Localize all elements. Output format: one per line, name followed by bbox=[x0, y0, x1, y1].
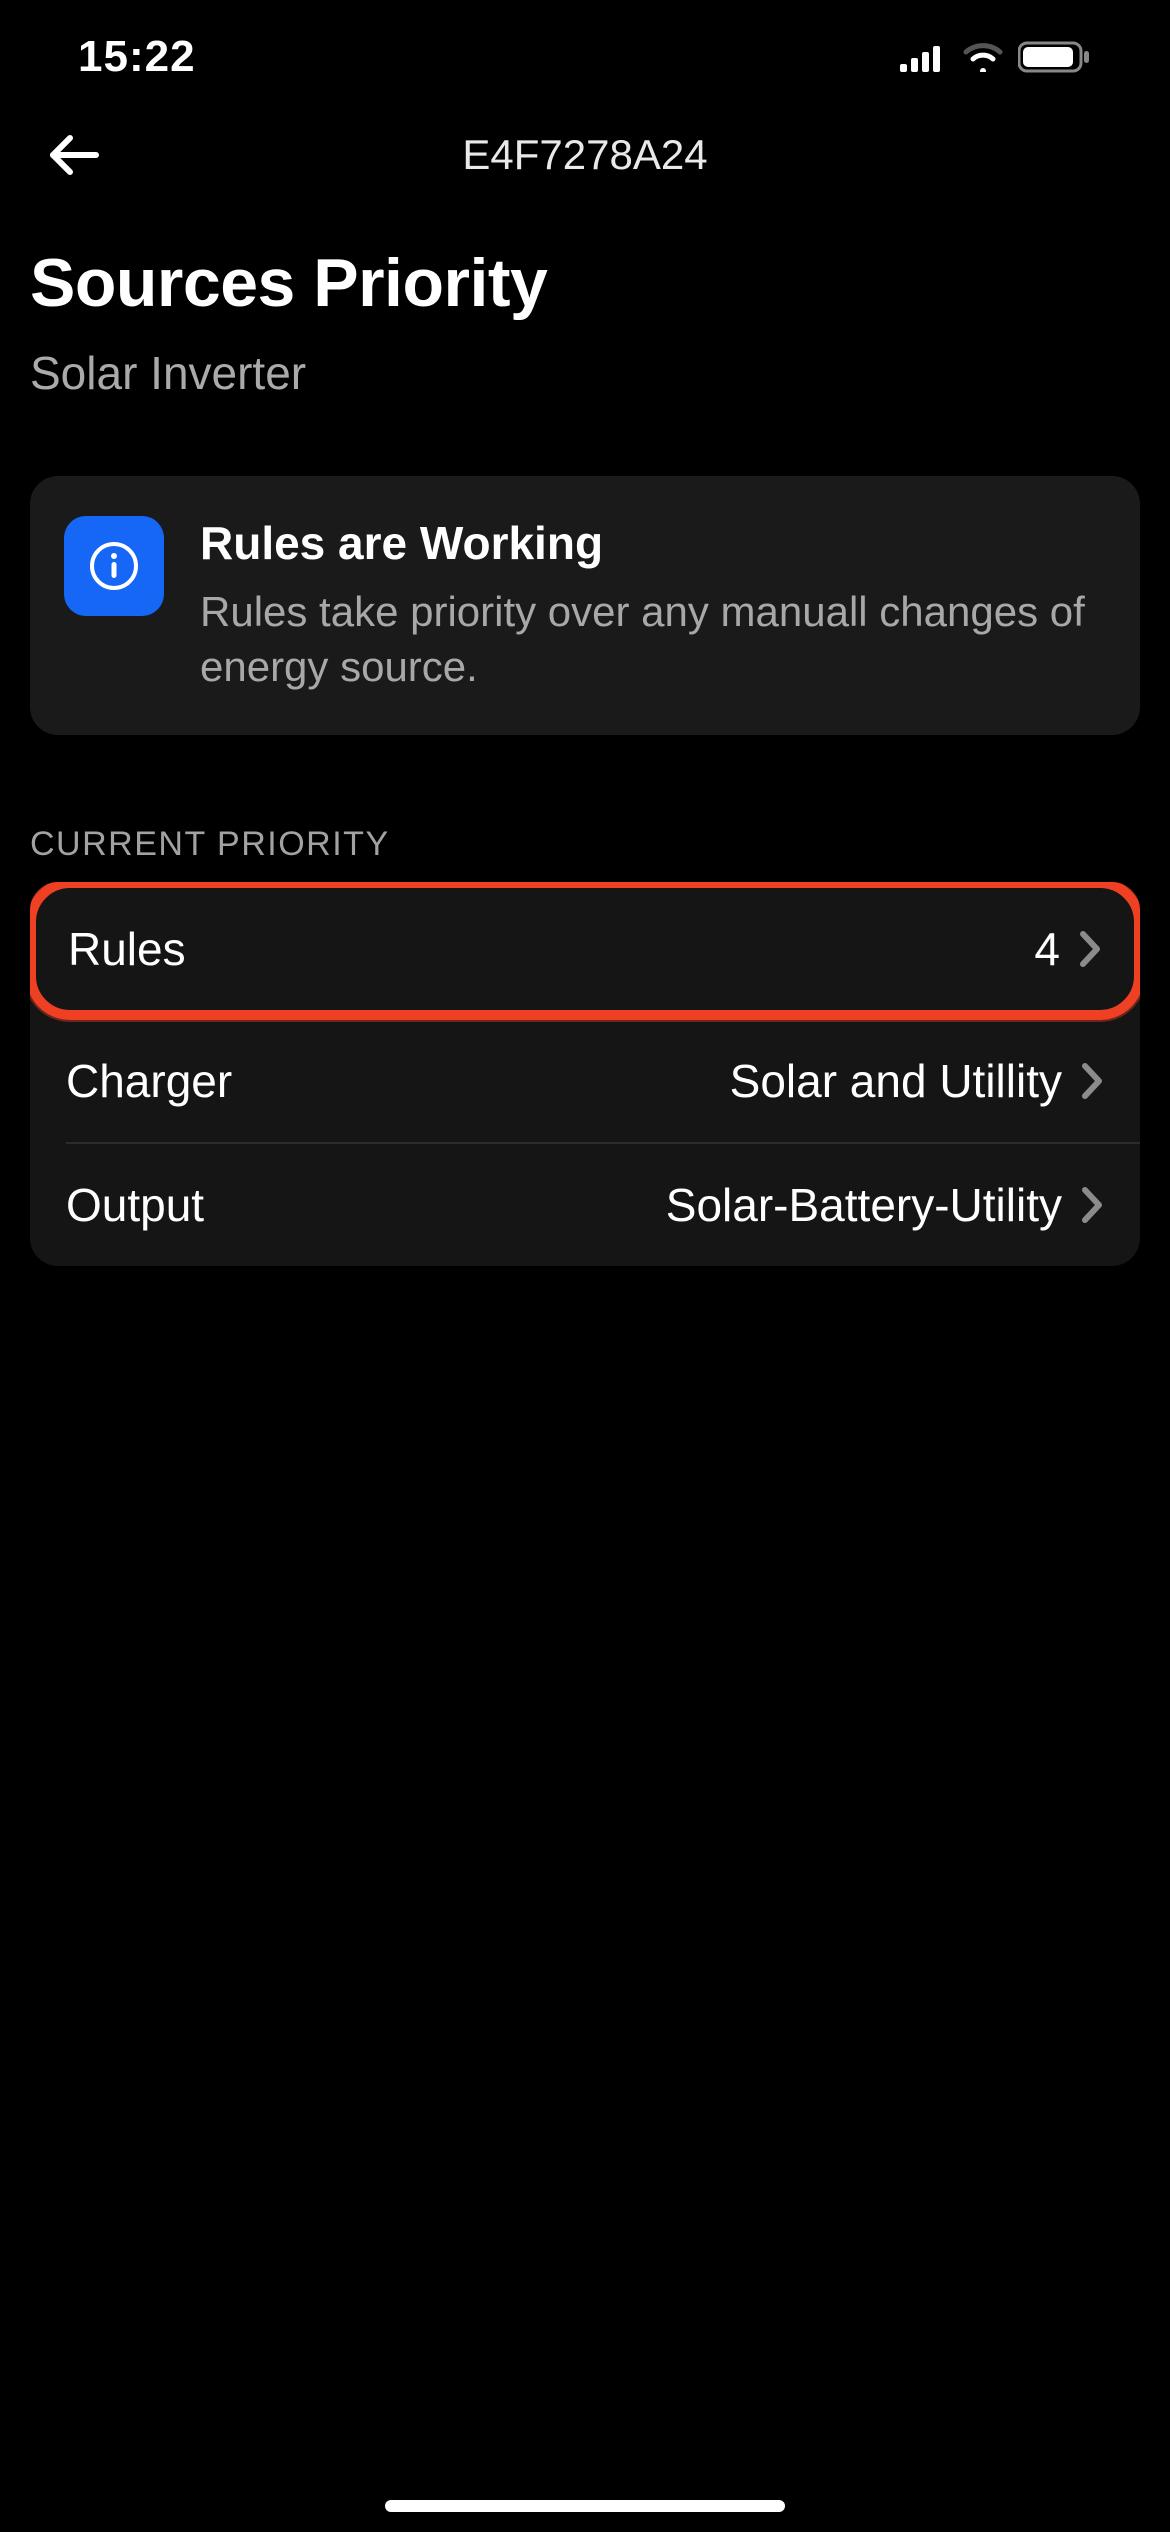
back-button[interactable] bbox=[30, 116, 116, 194]
status-time: 15:22 bbox=[78, 32, 196, 82]
arrow-left-icon bbox=[46, 132, 100, 178]
rules-value: 4 bbox=[1034, 922, 1060, 976]
status-bar: 15:22 bbox=[0, 0, 1170, 100]
output-label: Output bbox=[66, 1178, 648, 1232]
output-value: Solar-Battery-Utility bbox=[666, 1178, 1062, 1232]
chevron-right-icon bbox=[1080, 1061, 1104, 1101]
charger-row[interactable]: Charger Solar and Utillity bbox=[30, 1020, 1140, 1142]
chevron-right-icon bbox=[1078, 929, 1102, 969]
info-badge bbox=[64, 516, 164, 616]
wifi-icon bbox=[962, 42, 1004, 72]
rules-label: Rules bbox=[68, 922, 1016, 976]
page-title: Sources Priority bbox=[30, 244, 1140, 322]
section-label: CURRENT PRIORITY bbox=[30, 825, 1140, 864]
status-icons bbox=[900, 40, 1092, 74]
nav-bar: E4F7278A24 bbox=[0, 110, 1170, 200]
charger-value: Solar and Utillity bbox=[730, 1054, 1062, 1108]
rules-row[interactable]: Rules 4 bbox=[36, 888, 1134, 1010]
output-row[interactable]: Output Solar-Battery-Utility bbox=[66, 1142, 1140, 1266]
rules-row-highlight: Rules 4 bbox=[30, 882, 1140, 1020]
info-card: Rules are Working Rules take priority ov… bbox=[30, 476, 1140, 735]
chevron-right-icon bbox=[1080, 1185, 1104, 1225]
home-indicator[interactable] bbox=[385, 2500, 785, 2512]
info-title: Rules are Working bbox=[200, 516, 1100, 570]
page-subtitle: Solar Inverter bbox=[30, 346, 1140, 400]
cellular-icon bbox=[900, 42, 948, 72]
charger-label: Charger bbox=[66, 1054, 712, 1108]
priority-list: Rules 4 Charger Solar and Utillity Outpu… bbox=[30, 882, 1140, 1266]
battery-icon bbox=[1018, 40, 1092, 74]
info-desc: Rules take priority over any manuall cha… bbox=[200, 584, 1100, 695]
nav-title: E4F7278A24 bbox=[0, 131, 1170, 179]
info-icon bbox=[88, 540, 140, 592]
